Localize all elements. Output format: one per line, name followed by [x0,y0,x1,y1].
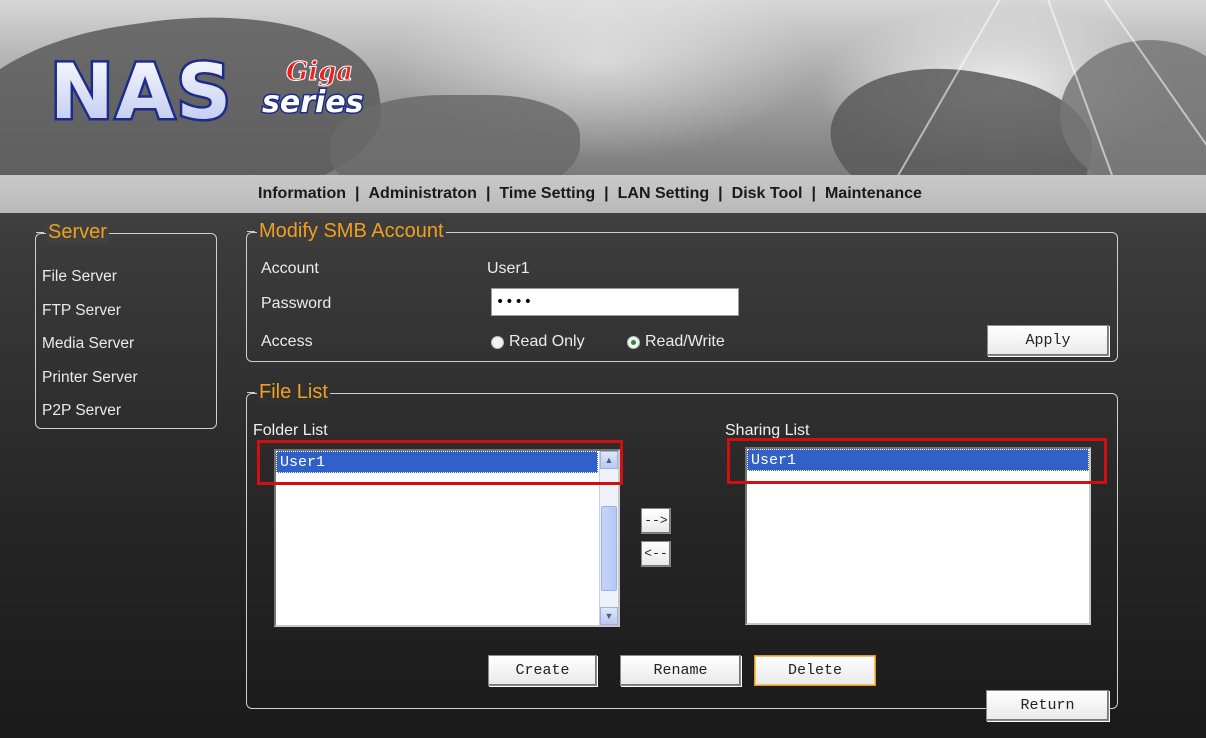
nav-administraton[interactable]: Administraton [368,185,476,202]
folder-list[interactable]: User1 ▲ ▼ [274,449,620,627]
scroll-up-icon[interactable]: ▲ [600,451,618,469]
nas-logo: NAS Giga series [48,40,428,139]
nav-lan-setting[interactable]: LAN Setting [618,185,710,202]
folder-list-item[interactable]: User1 [276,451,598,473]
nav-information[interactable]: Information [258,185,346,202]
nav-separator: | [485,185,491,202]
return-button[interactable]: Return [986,690,1109,721]
file-list-panel: File List Folder List User1 ▲ ▼ --> <-- … [246,380,1118,721]
sharing-list-label: Sharing List [725,422,810,439]
server-panel: Server File Server FTP Server Media Serv… [35,220,217,429]
account-label: Account [261,260,319,277]
sidebar-item-ftp-server[interactable]: FTP Server [42,294,138,328]
header-banner: NAS Giga series [0,0,1206,175]
password-field[interactable] [491,288,739,316]
modify-smb-account-panel: Modify SMB Account Account User1 Passwor… [246,219,1118,362]
banner-map-shape [1060,40,1206,175]
access-read-write-label: Read/Write [645,333,725,350]
nav-separator: | [811,185,816,202]
access-label: Access [261,333,313,350]
sharing-list[interactable]: User1 [745,447,1091,625]
nav-disk-tool[interactable]: Disk Tool [732,185,803,202]
top-nav-bar: Information | Administraton | Time Setting | L… [0,175,1206,213]
server-menu: File Server FTP Server Media Server Prin… [42,260,138,428]
nav-maintenance[interactable]: Maintenance [825,185,922,202]
password-label: Password [261,295,332,312]
logo-graphic: NAS Giga series [48,45,365,139]
sidebar-item-printer-server[interactable]: Printer Server [42,361,138,395]
remove-from-sharing-button[interactable]: <-- [641,541,671,567]
apply-button[interactable]: Apply [987,325,1109,356]
nav-time-setting[interactable]: Time Setting [499,185,595,202]
access-read-only-label: Read Only [509,333,585,350]
account-value: User1 [487,260,530,277]
sidebar-item-p2p-server[interactable]: P2P Server [42,394,138,428]
logo-main-text: NAS [50,47,233,130]
smb-panel-title: Modify SMB Account [247,219,446,243]
nav-separator: | [604,185,609,202]
rename-button[interactable]: Rename [620,655,741,686]
create-button[interactable]: Create [488,655,597,686]
server-panel-title: Server [36,220,109,244]
nas-admin-page: NAS Giga series Information | Administrato… [0,0,1206,738]
logo-sub-top-text: Giga [286,57,353,87]
radio-dot-icon [491,335,504,349]
access-read-only-radio[interactable]: Read Only [491,333,585,351]
scroll-thumb[interactable] [601,506,617,591]
logo-sub-bottom-text: series [262,85,363,120]
delete-button[interactable]: Delete [754,655,876,686]
sidebar-item-file-server[interactable]: File Server [42,260,138,294]
radio-dot-checked-icon [627,335,640,349]
nav-separator: | [355,185,360,202]
access-read-write-radio[interactable]: Read/Write [627,333,725,351]
file-list-title: File List [247,380,330,404]
top-nav: Information | Administraton | Time Setting | L… [258,185,922,203]
add-to-sharing-button[interactable]: --> [641,508,671,534]
nav-separator: | [718,185,723,202]
scroll-down-icon[interactable]: ▼ [600,607,618,625]
folder-list-label: Folder List [253,422,328,439]
folder-list-scrollbar[interactable]: ▲ ▼ [599,451,618,625]
sidebar-item-media-server[interactable]: Media Server [42,327,138,361]
sharing-list-item[interactable]: User1 [747,449,1089,471]
